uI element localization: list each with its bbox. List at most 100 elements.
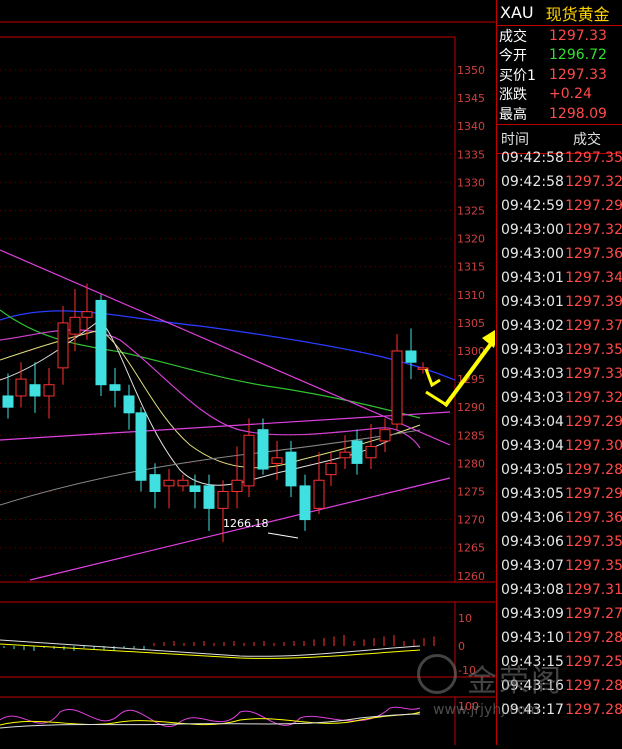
quote-value: 1296.72 <box>549 47 607 64</box>
quote-label: 涨跌 <box>499 87 527 104</box>
trade-row: 09:43:06 1297.36 <box>497 506 622 530</box>
trade-time: 09:43:03 <box>501 390 564 406</box>
price-tick-label: 1345 <box>457 92 485 105</box>
trade-time: 09:43:02 <box>501 318 564 334</box>
trade-row: 09:43:04 1297.30 <box>497 434 622 458</box>
kdj-panel: 100 <box>0 700 479 729</box>
kdj-tick-top: 100 <box>458 700 479 713</box>
chart-area[interactable]: 1350 1345 1340 1335 1330 1325 1320 1315 1310 1305… <box>0 0 563 745</box>
trade-row: 09:43:09 1297.27 <box>497 602 622 626</box>
trade-time: 09:42:59 <box>501 198 564 214</box>
price-tick-label: 1320 <box>457 233 485 246</box>
macd-panel: 10 0 -10 <box>0 612 476 677</box>
trade-row: 09:43:17 1297.28 <box>497 698 622 722</box>
price-tick-label: 1315 <box>457 261 485 274</box>
trade-row: 09:42:59 1297.29 <box>497 194 622 218</box>
candle-up <box>313 479 325 509</box>
candle-down <box>135 412 147 481</box>
moving-averages <box>0 249 456 581</box>
trade-time: 09:43:03 <box>501 366 564 382</box>
trade-price: 1297.29 <box>565 414 622 430</box>
trade-row: 09:43:00 1297.36 <box>497 242 622 266</box>
trade-time: 09:43:08 <box>501 582 564 598</box>
trade-row: 09:43:03 1297.33 <box>497 362 622 386</box>
trade-time: 09:43:01 <box>501 270 564 286</box>
trade-price: 1297.28 <box>565 678 622 694</box>
price-tick-label: 1290 <box>457 401 485 414</box>
candlestick-chart[interactable]: 1350 1345 1340 1335 1330 1325 1320 1315 1310 1305… <box>0 0 563 745</box>
candle-down <box>149 474 161 493</box>
candle-down <box>405 350 417 363</box>
trade-price: 1297.32 <box>565 390 622 406</box>
trade-price: 1297.30 <box>565 438 622 454</box>
candle-up <box>69 316 81 335</box>
quote-row: 今开 1296.72 <box>497 46 622 66</box>
trade-price: 1297.35 <box>565 342 622 358</box>
quote-panel: XAU 现货黄金 成交 1297.33 今开 1296.72 买价1 1297.33 涨跌 +… <box>496 0 622 745</box>
price-tick-label: 1280 <box>457 457 485 470</box>
low-price-annotation: 1266.18 <box>223 517 269 530</box>
trade-row: 09:43:01 1297.34 <box>497 266 622 290</box>
candle-up <box>43 384 55 397</box>
price-tick-label: 1340 <box>457 120 485 133</box>
trade-price: 1297.35 <box>565 150 622 166</box>
candle-down <box>351 440 363 464</box>
trade-row: 09:43:07 1297.35 <box>497 554 622 578</box>
price-tick-label: 1260 <box>457 570 485 583</box>
trade-price: 1297.29 <box>565 198 622 214</box>
price-tick-label: 1350 <box>457 64 485 77</box>
trade-time: 09:43:09 <box>501 606 564 622</box>
trade-row: 09:43:03 1297.32 <box>497 386 622 410</box>
candle-up <box>325 462 337 476</box>
trade-time: 09:43:06 <box>501 534 564 550</box>
trade-price: 1297.39 <box>565 294 622 310</box>
price-tick-label: 1310 <box>457 289 485 302</box>
candle-up <box>231 479 243 493</box>
price-tick-label: 1285 <box>457 429 485 442</box>
trade-time: 09:43:04 <box>501 414 564 430</box>
candle-up <box>339 451 351 459</box>
candle-up <box>391 350 403 425</box>
trade-price: 1297.28 <box>565 702 622 718</box>
candle-up <box>365 446 377 459</box>
trade-price: 1297.28 <box>565 462 622 478</box>
quote-label: 买价1 <box>499 67 536 84</box>
trade-row: 09:43:01 1297.39 <box>497 290 622 314</box>
trade-list[interactable]: 09:42:58 1297.35 09:42:58 1297.32 09:42:59 12… <box>497 146 622 722</box>
trade-row: 09:43:08 1297.31 <box>497 578 622 602</box>
macd-tick-zero: 0 <box>458 640 465 653</box>
quote-row: 最高 1298.09 <box>497 104 622 124</box>
quote-rows: 成交 1297.33 今开 1296.72 买价1 1297.33 涨跌 +0.24 最高 129… <box>497 26 622 124</box>
candle-down <box>203 485 215 509</box>
trade-price: 1297.25 <box>565 654 622 670</box>
trade-time: 09:43:16 <box>501 678 564 694</box>
candle-up <box>57 322 69 369</box>
trade-price: 1297.31 <box>565 582 622 598</box>
candle-down <box>189 485 201 493</box>
trade-price: 1297.37 <box>565 318 622 334</box>
trade-row: 09:43:02 1297.37 <box>497 314 622 338</box>
trade-time: 09:43:04 <box>501 438 564 454</box>
macd-tick-top: 10 <box>458 612 472 625</box>
price-tick-label: 1330 <box>457 176 485 189</box>
candle-down <box>2 395 14 408</box>
candle-down <box>257 429 269 470</box>
candle-up <box>163 479 175 487</box>
trade-row: 09:43:16 1297.28 <box>497 674 622 698</box>
trade-price: 1297.35 <box>565 558 622 574</box>
candle-up <box>177 479 189 487</box>
trade-time: 09:43:07 <box>501 558 564 574</box>
trade-price: 1297.36 <box>565 246 622 262</box>
price-tick-label: 1305 <box>457 317 485 330</box>
macd-tick-bottom: -10 <box>458 664 476 677</box>
trade-time: 09:43:05 <box>501 486 564 502</box>
trade-time: 09:43:03 <box>501 342 564 358</box>
trade-row: 09:43:06 1297.35 <box>497 530 622 554</box>
symbol-code: XAU <box>500 3 534 22</box>
trade-time: 09:43:01 <box>501 294 564 310</box>
trade-price: 1297.36 <box>565 510 622 526</box>
trade-price: 1297.28 <box>565 630 622 646</box>
candle-down <box>29 384 41 397</box>
trade-price: 1297.29 <box>565 486 622 502</box>
trade-time: 09:42:58 <box>501 174 564 190</box>
